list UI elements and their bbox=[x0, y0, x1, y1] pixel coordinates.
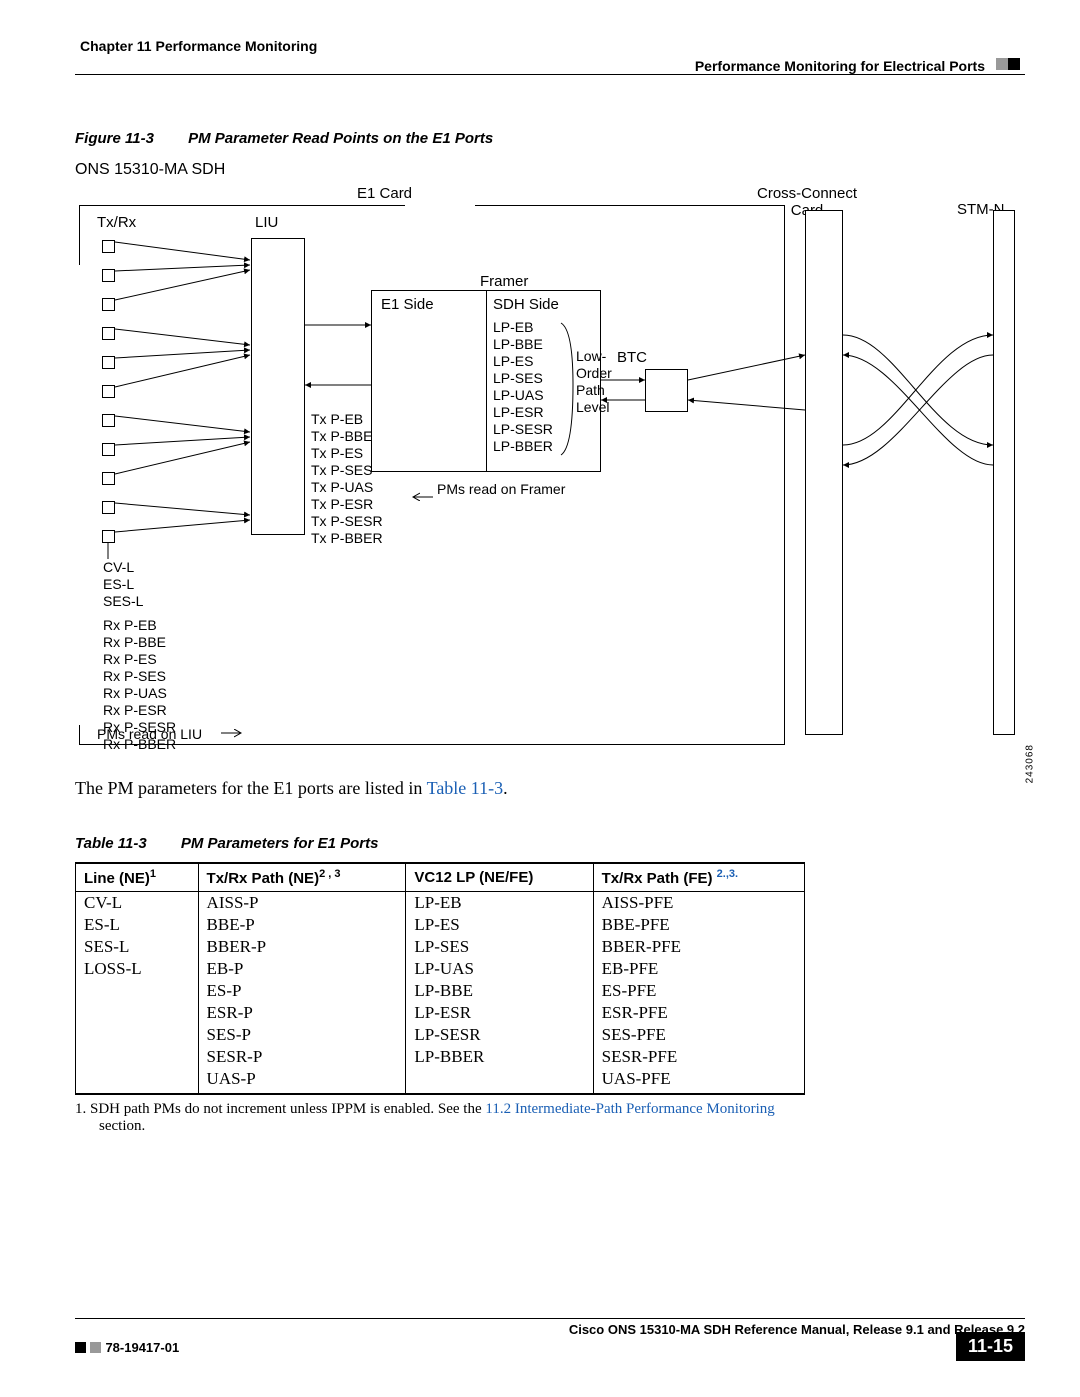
header-marker-icon bbox=[996, 58, 1008, 70]
footer-marker-icon bbox=[90, 1342, 101, 1353]
col-header: Tx/Rx Path (NE)2 , 3 bbox=[198, 863, 406, 892]
col-header: Tx/Rx Path (FE) 2.,3. bbox=[593, 863, 804, 892]
col-header: VC12 LP (NE/FE) bbox=[406, 863, 593, 892]
page-number: 11-15 bbox=[956, 1332, 1025, 1361]
figure-id: 243068 bbox=[1024, 744, 1035, 783]
pm-parameter-table: Line (NE)1 Tx/Rx Path (NE)2 , 3 VC12 LP … bbox=[75, 862, 805, 1095]
figure-number: Figure 11-3 bbox=[75, 130, 154, 147]
footnote-ref-link[interactable]: 2.,3. bbox=[717, 868, 738, 880]
footnote-1: 1. SDH path PMs do not increment unless … bbox=[75, 1101, 805, 1135]
body-paragraph: The PM parameters for the E1 ports are l… bbox=[75, 778, 1025, 799]
table-number: Table 11-3 bbox=[75, 835, 147, 852]
figure-caption: Figure 11-3 PM Parameter Read Points on … bbox=[75, 130, 1025, 147]
footer-doc-id: 78-19417-01 bbox=[105, 1340, 179, 1355]
table-title: PM Parameters for E1 Ports bbox=[181, 835, 379, 852]
footer-manual-title: Cisco ONS 15310-MA SDH Reference Manual,… bbox=[75, 1322, 1025, 1337]
col-header: Line (NE)1 bbox=[76, 863, 199, 892]
section-crossref-link[interactable]: 11.2 Intermediate-Path Performance Monit… bbox=[485, 1101, 774, 1117]
diagram-arrows bbox=[75, 185, 1025, 750]
diagram: E1 Card Tx/Rx LIU Framer E1 Side SDH Sid… bbox=[75, 185, 1025, 750]
figure-title: PM Parameter Read Points on the E1 Ports bbox=[188, 130, 493, 147]
table-caption: Table 11-3 PM Parameters for E1 Ports bbox=[75, 835, 1025, 852]
table-crossref-link[interactable]: Table 11-3 bbox=[427, 778, 504, 798]
running-head-section: Performance Monitoring for Electrical Po… bbox=[695, 58, 985, 74]
footer-marker-icon bbox=[75, 1342, 86, 1353]
running-head-chapter: Chapter 11 Performance Monitoring bbox=[80, 38, 317, 54]
header-marker-icon bbox=[1008, 58, 1020, 70]
page-footer: Cisco ONS 15310-MA SDH Reference Manual,… bbox=[75, 1318, 1025, 1357]
header-rule bbox=[75, 74, 1025, 75]
figure-subtitle: ONS 15310-MA SDH bbox=[75, 161, 1025, 179]
